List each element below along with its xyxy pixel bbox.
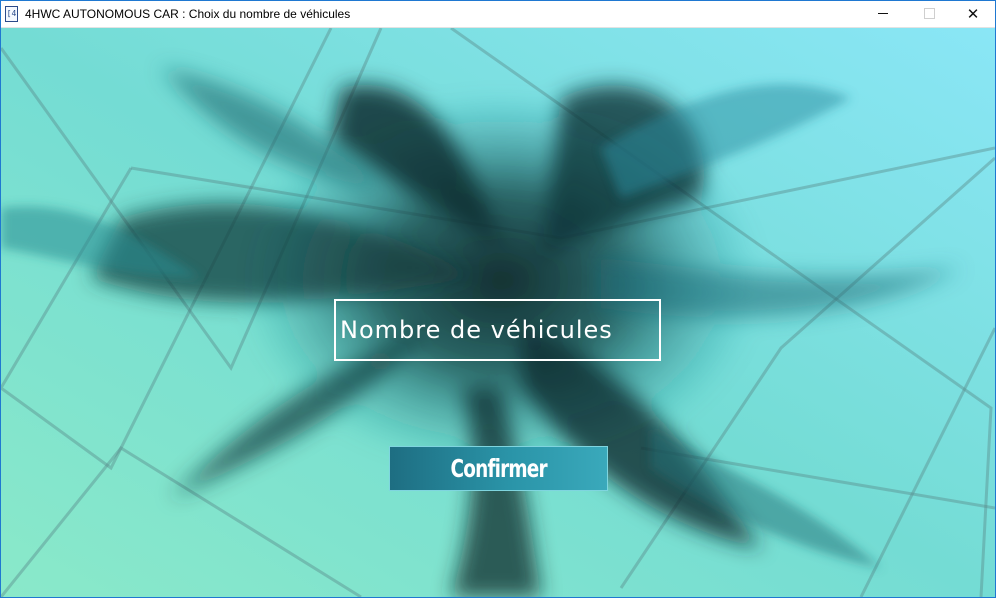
app-icon: [4 [5,6,18,22]
vehicle-count-field[interactable]: Nombre de véhicules [334,299,661,361]
vehicle-count-label: Nombre de véhicules [340,316,613,344]
close-button[interactable]: ✕ [950,1,995,27]
title-bar[interactable]: [4 4HWC AUTONOMOUS CAR : Choix du nombre… [1,1,995,28]
close-icon: ✕ [966,5,980,23]
maximize-icon [923,8,935,19]
maximize-button[interactable] [906,1,952,27]
application-window: [4 4HWC AUTONOMOUS CAR : Choix du nombre… [0,0,996,598]
minimize-button[interactable] [860,1,906,27]
window-title: 4HWC AUTONOMOUS CAR : Choix du nombre de… [25,7,351,21]
minimize-icon [878,13,888,14]
confirm-button[interactable]: Confirmer [389,446,608,491]
confirm-button-label: Confirmer [450,454,547,483]
main-content: Nombre de véhicules Confirmer [1,28,995,597]
